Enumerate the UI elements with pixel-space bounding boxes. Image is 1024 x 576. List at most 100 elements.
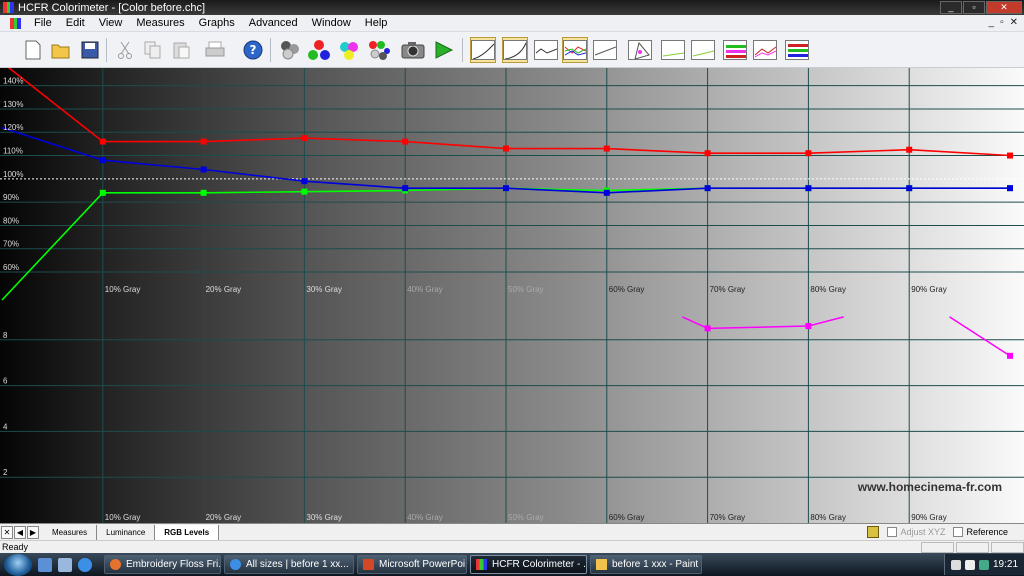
- title-bar: HCFR Colorimeter - [Color before.chc] _ …: [0, 0, 1024, 15]
- measure-all-icon[interactable]: [366, 37, 392, 63]
- network-icon[interactable]: [951, 559, 961, 570]
- data-point: [503, 145, 509, 152]
- rgb-levels-plot: 140% 130% 120% 110% 100% 90% 80% 70% 60% 8 6 4 2 10% …: [0, 68, 1024, 523]
- menu-edit[interactable]: Edit: [59, 17, 92, 29]
- y-tick-label: 8: [3, 331, 8, 340]
- x-category-label: 50% Gray: [508, 285, 544, 294]
- tab-measures[interactable]: Measures: [43, 524, 98, 540]
- close-sheet-button[interactable]: ✕: [1, 525, 13, 539]
- x-category-label: 40% Gray: [407, 513, 443, 522]
- task-firefox[interactable]: Embroidery Floss Fri...: [104, 555, 221, 574]
- print-icon[interactable]: [202, 37, 228, 63]
- task-hcfr[interactable]: HCFR Colorimeter - ...: [470, 555, 587, 574]
- data-point: [603, 189, 610, 196]
- data-point: [402, 185, 409, 192]
- security-icon[interactable]: [979, 559, 989, 570]
- task-powerpoint[interactable]: Microsoft PowerPoi...: [357, 555, 467, 574]
- adjust-xyz-checkbox[interactable]: Adjust XYZ: [887, 527, 945, 537]
- ie-quicklaunch-icon[interactable]: [78, 557, 92, 572]
- paste-icon[interactable]: [168, 37, 194, 63]
- switch-windows-icon[interactable]: [58, 557, 72, 572]
- data-point: [99, 157, 106, 164]
- start-button[interactable]: [4, 553, 32, 576]
- minimize-button[interactable]: _: [940, 1, 962, 14]
- document-icon[interactable]: [10, 17, 22, 29]
- watermark: www.homecinema-fr.com: [857, 480, 1002, 494]
- data-point: [402, 138, 409, 145]
- y-tick-label: 140%: [3, 77, 23, 86]
- menu-help[interactable]: Help: [358, 17, 395, 29]
- clock[interactable]: 19:21: [993, 559, 1018, 570]
- graph-cie-icon[interactable]: [627, 37, 653, 63]
- measure-secondaries-icon[interactable]: [336, 37, 362, 63]
- svg-text:?: ?: [250, 43, 257, 57]
- menu-file[interactable]: File: [27, 17, 59, 29]
- graph-saturation-icon[interactable]: [752, 37, 778, 63]
- graph-gamma-icon[interactable]: [502, 37, 528, 63]
- show-desktop-icon[interactable]: [38, 557, 52, 572]
- menu-bar: File Edit View Measures Graphs Advanced …: [0, 15, 1024, 32]
- paint-icon: [596, 559, 607, 570]
- volume-icon[interactable]: [965, 559, 975, 570]
- data-point: [906, 146, 913, 153]
- prev-sheet-button[interactable]: ◀: [14, 525, 26, 539]
- maximize-button[interactable]: ▫: [963, 1, 985, 14]
- x-category-label: 10% Gray: [105, 513, 141, 522]
- play-icon[interactable]: [430, 37, 456, 63]
- graph-measures-icon[interactable]: [784, 37, 810, 63]
- data-point: [704, 325, 711, 332]
- menu-graphs[interactable]: Graphs: [192, 17, 242, 29]
- x-category-label: 60% Gray: [609, 513, 645, 522]
- task-ie[interactable]: All sizes | before 1 xx...: [224, 555, 354, 574]
- firefox-icon: [110, 559, 121, 570]
- data-point: [906, 185, 913, 192]
- measure-primaries-icon[interactable]: [306, 37, 332, 63]
- adjust-xyz-label: Adjust XYZ: [900, 527, 946, 537]
- open-icon[interactable]: [48, 37, 74, 63]
- help-icon[interactable]: ?: [240, 37, 266, 63]
- graph-near-white-icon[interactable]: [722, 37, 748, 63]
- menu-window[interactable]: Window: [305, 17, 358, 29]
- new-icon[interactable]: [20, 37, 46, 63]
- y-tick-label: 80%: [3, 216, 19, 225]
- mdi-close-button[interactable]: ✕: [1010, 17, 1018, 28]
- menu-measures[interactable]: Measures: [129, 17, 191, 29]
- data-point: [603, 145, 610, 152]
- task-paint[interactable]: before 1 xxx - Paint: [590, 555, 702, 574]
- x-category-label: 30% Gray: [306, 513, 342, 522]
- data-point: [1007, 185, 1013, 192]
- data-point: [301, 135, 308, 142]
- x-category-label: 60% Gray: [609, 285, 645, 294]
- x-category-label: 80% Gray: [810, 285, 846, 294]
- measure-grayscale-icon[interactable]: [278, 37, 304, 63]
- status-bar: Ready: [0, 540, 1024, 553]
- mdi-restore-button[interactable]: ▫: [1000, 17, 1004, 28]
- tab-rgb-levels[interactable]: RGB Levels: [155, 524, 220, 540]
- y-tick-label: 100%: [3, 170, 23, 179]
- y-tick-label: 130%: [3, 100, 23, 109]
- x-category-label: 20% Gray: [206, 285, 242, 294]
- graph-rgb-levels-icon[interactable]: [533, 37, 559, 63]
- menu-view[interactable]: View: [92, 17, 130, 29]
- next-sheet-button[interactable]: ▶: [27, 525, 39, 539]
- graph-color-temp-icon[interactable]: [592, 37, 618, 63]
- y-tick-label: 2: [3, 468, 8, 477]
- mdi-minimize-button[interactable]: _: [989, 17, 995, 28]
- data-point: [1007, 152, 1013, 159]
- save-icon[interactable]: [77, 37, 103, 63]
- x-category-label: 50% Gray: [508, 513, 544, 522]
- graph-luminance-icon[interactable]: [470, 37, 496, 63]
- y-tick-label: 4: [3, 422, 8, 431]
- graph-near-black-icon[interactable]: [690, 37, 716, 63]
- tab-luminance[interactable]: Luminance: [97, 524, 156, 540]
- data-point: [99, 189, 106, 196]
- data-point: [200, 189, 207, 196]
- copy-icon[interactable]: [140, 37, 166, 63]
- menu-advanced[interactable]: Advanced: [242, 17, 305, 29]
- reference-checkbox[interactable]: Reference: [953, 527, 1008, 537]
- graph-rgb-histogram-icon[interactable]: [562, 37, 588, 63]
- graph-delta-e-icon[interactable]: [660, 37, 686, 63]
- close-button[interactable]: ✕: [986, 1, 1022, 14]
- camera-icon[interactable]: [400, 37, 426, 63]
- cut-icon[interactable]: [112, 37, 138, 63]
